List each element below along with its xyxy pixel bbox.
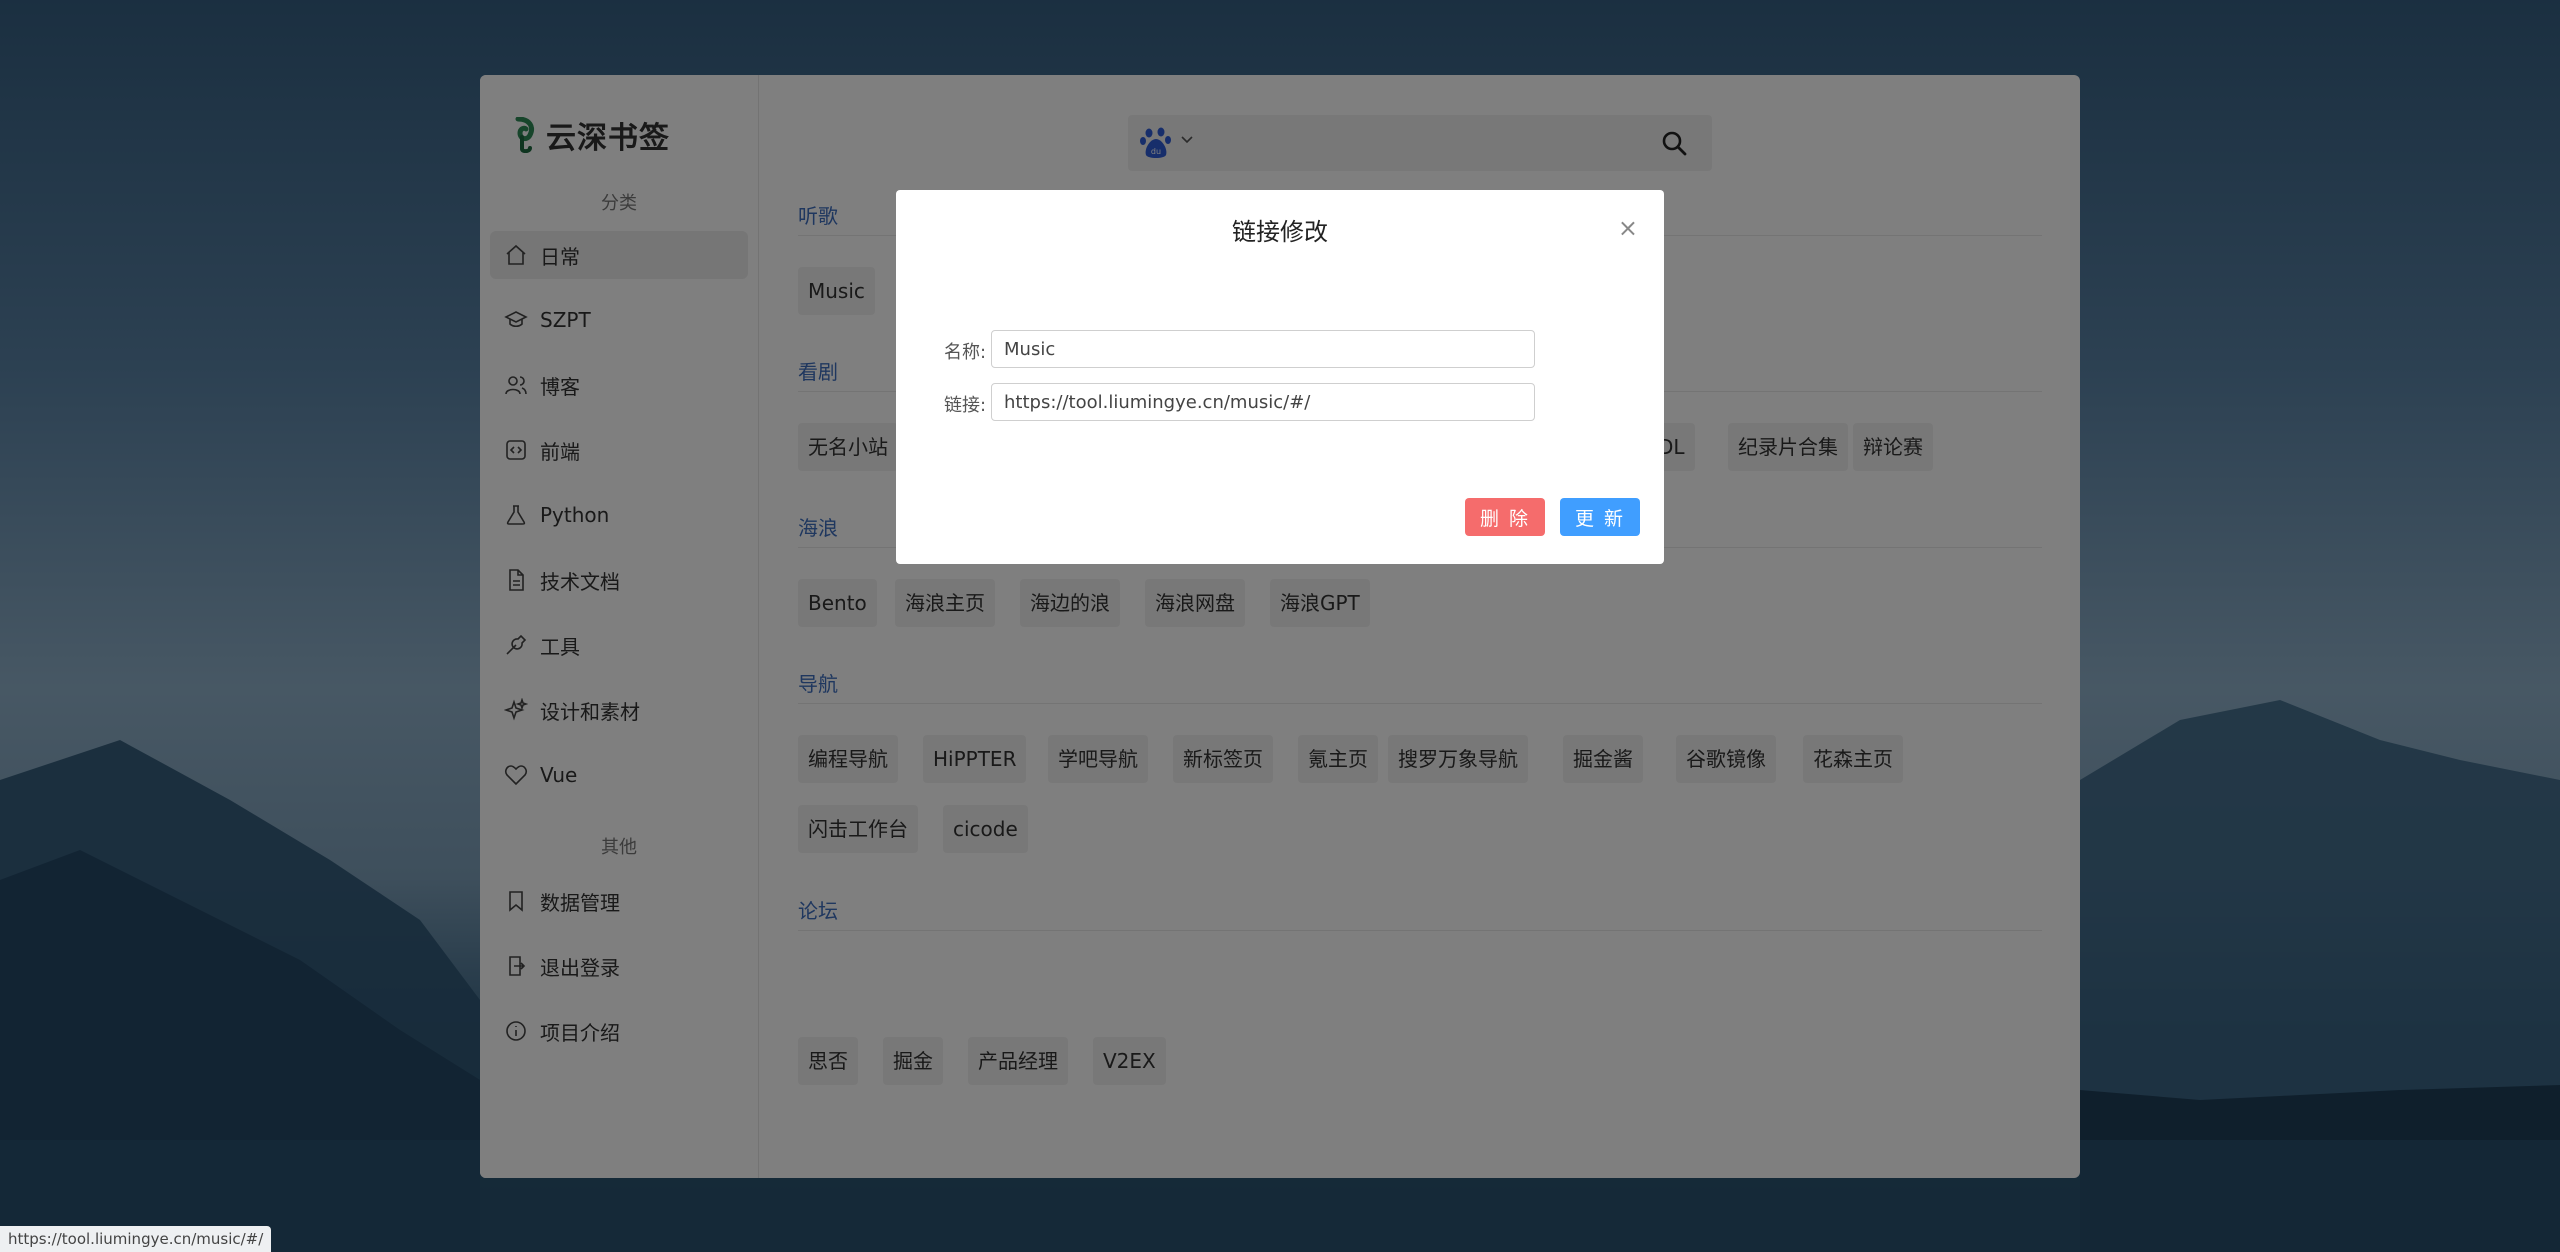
modal-overlay[interactable] [0, 0, 2560, 1252]
name-input[interactable] [991, 330, 1535, 368]
close-icon[interactable]: × [1618, 214, 1638, 242]
dialog-title: 链接修改 [1232, 218, 1328, 246]
edit-link-dialog: 链接修改 × 名称: 链接: 删 除 更 新 [896, 190, 1664, 564]
status-bar-url: https://tool.liumingye.cn/music/#/ [0, 1226, 272, 1252]
delete-button[interactable]: 删 除 [1465, 498, 1545, 536]
link-input[interactable] [991, 383, 1535, 421]
name-label: 名称: [944, 342, 987, 363]
update-button[interactable]: 更 新 [1560, 498, 1640, 536]
link-label: 链接: [944, 395, 987, 416]
